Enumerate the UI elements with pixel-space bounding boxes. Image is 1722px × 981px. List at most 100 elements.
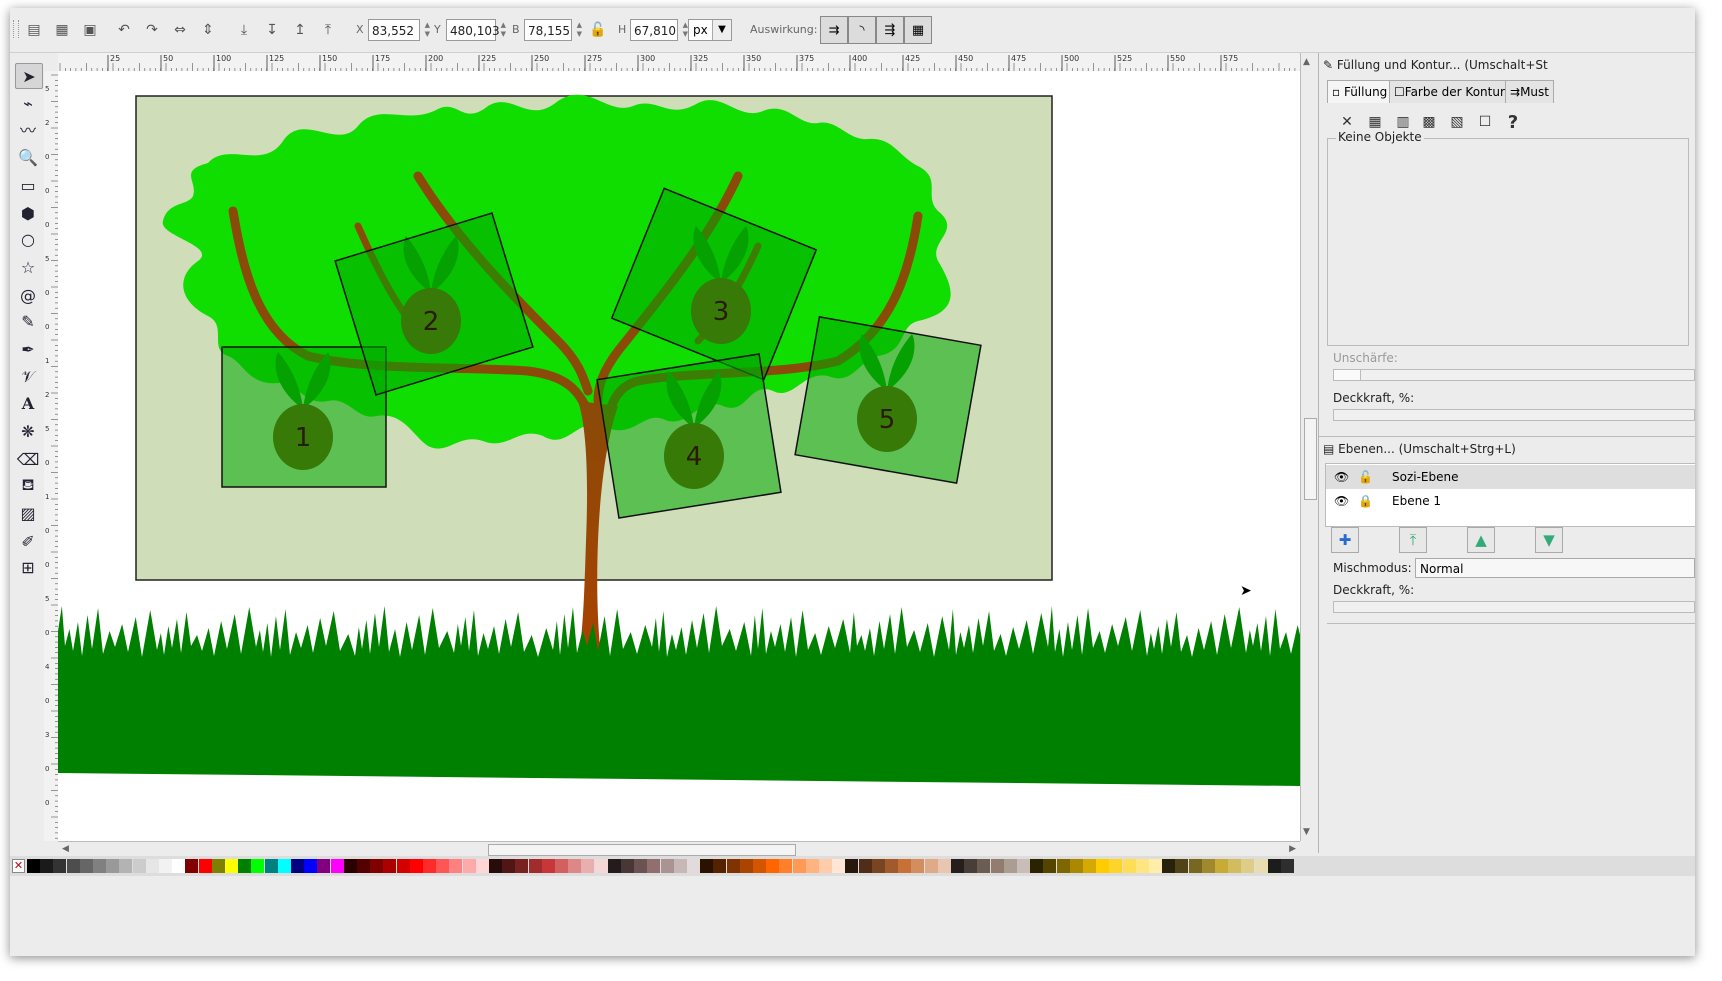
palette-swatch[interactable] bbox=[291, 859, 304, 873]
radial-gradient-icon[interactable]: ▩ bbox=[1419, 112, 1439, 132]
palette-swatch[interactable] bbox=[79, 859, 93, 873]
palette-swatch[interactable] bbox=[528, 859, 542, 873]
chevron-down-icon[interactable]: ▼ bbox=[712, 20, 731, 40]
palette-swatch[interactable] bbox=[145, 859, 159, 873]
palette-swatch[interactable] bbox=[766, 859, 780, 873]
swatch-icon[interactable]: ☐ bbox=[1475, 112, 1495, 132]
palette-swatch[interactable] bbox=[541, 859, 555, 873]
sozi-frame-rect[interactable] bbox=[221, 346, 387, 488]
palette-swatch[interactable] bbox=[462, 859, 476, 873]
scroll-left-icon[interactable]: ◀ bbox=[62, 844, 69, 854]
palette-swatch[interactable] bbox=[607, 859, 621, 873]
palette-swatch[interactable] bbox=[383, 859, 397, 873]
lock-ratio-icon[interactable]: 🔓 bbox=[586, 18, 610, 42]
palette-swatch[interactable] bbox=[93, 859, 106, 873]
palette-swatch[interactable] bbox=[964, 859, 978, 873]
pencil-tool-icon[interactable]: ✎ bbox=[15, 309, 41, 333]
palette-swatch[interactable] bbox=[27, 859, 40, 873]
move-gradients-toggle[interactable]: ⇶ bbox=[876, 16, 904, 44]
fill-stroke-panel-title[interactable]: ✎ Füllung und Kontur... (Umschalt+St bbox=[1323, 55, 1548, 75]
palette-swatch[interactable] bbox=[317, 859, 331, 873]
palette-swatch[interactable] bbox=[225, 859, 238, 873]
gradient-tool-icon[interactable]: ▨ bbox=[15, 501, 41, 525]
palette-swatch[interactable] bbox=[858, 859, 872, 873]
flip-horizontal-icon[interactable]: ⇔ bbox=[168, 18, 192, 42]
sozi-frame-rect[interactable] bbox=[794, 315, 982, 485]
sozi-frame-rect[interactable] bbox=[596, 353, 782, 519]
palette-swatch[interactable] bbox=[251, 859, 265, 873]
palette-swatch[interactable] bbox=[832, 859, 846, 873]
drawing[interactable]: 1 2 3 4 5 bbox=[58, 71, 1300, 841]
lower-layer-button[interactable]: ▼ bbox=[1535, 527, 1563, 553]
unit-select[interactable]: px ▼ bbox=[688, 19, 732, 41]
palette-swatch[interactable] bbox=[502, 859, 516, 873]
palette-swatch[interactable] bbox=[951, 859, 964, 873]
dropper-tool-icon[interactable]: ✐ bbox=[15, 529, 41, 553]
palette-swatch[interactable] bbox=[700, 859, 714, 873]
palette-swatch[interactable] bbox=[264, 859, 278, 873]
palette-swatch[interactable] bbox=[594, 859, 608, 873]
palette-swatch[interactable] bbox=[1109, 859, 1123, 873]
raise-to-top-icon[interactable]: ⤒ bbox=[316, 18, 340, 42]
palette-swatch[interactable] bbox=[159, 859, 172, 873]
eye-icon[interactable]: 👁 bbox=[1334, 489, 1349, 513]
palette-swatch[interactable] bbox=[449, 859, 463, 873]
palette-swatch[interactable] bbox=[1201, 859, 1215, 873]
pen-tool-icon[interactable]: ✒ bbox=[15, 337, 41, 361]
palette-swatch[interactable] bbox=[1135, 859, 1149, 873]
lower-to-bottom-icon[interactable]: ⤓ bbox=[232, 18, 256, 42]
palette-swatch[interactable] bbox=[475, 859, 489, 873]
palette-swatch[interactable] bbox=[330, 859, 344, 873]
palette-swatch[interactable] bbox=[66, 859, 80, 873]
palette-swatch[interactable] bbox=[1254, 859, 1268, 873]
palette-swatch[interactable] bbox=[871, 859, 885, 873]
layer-row[interactable]: 👁 🔒 Ebene 1 bbox=[1326, 489, 1695, 513]
tweak-tool-icon[interactable]: 〰 bbox=[15, 117, 41, 141]
palette-swatch[interactable] bbox=[555, 859, 568, 873]
palette-swatch[interactable] bbox=[845, 859, 859, 873]
vertical-scroll-thumb[interactable] bbox=[1304, 418, 1317, 500]
palette-swatch[interactable] bbox=[726, 859, 740, 873]
y-spin-arrows[interactable]: ▲ ▼ bbox=[501, 21, 506, 39]
no-color-swatch[interactable]: ✕ bbox=[12, 859, 25, 873]
palette-swatch[interactable] bbox=[1175, 859, 1189, 873]
palette-swatch[interactable] bbox=[885, 859, 898, 873]
palette-swatch[interactable] bbox=[106, 859, 120, 873]
palette-swatch[interactable] bbox=[634, 859, 648, 873]
palette-swatch[interactable] bbox=[515, 859, 529, 873]
palette-swatch[interactable] bbox=[647, 859, 661, 873]
palette-swatch[interactable] bbox=[489, 859, 502, 873]
palette-swatch[interactable] bbox=[396, 859, 410, 873]
3d-box-tool-icon[interactable]: ⬢ bbox=[15, 201, 41, 225]
palette-swatch[interactable] bbox=[172, 859, 186, 873]
raise-icon[interactable]: ↥ bbox=[288, 18, 312, 42]
deselect-icon[interactable]: ▣ bbox=[78, 18, 102, 42]
rotate-cw-icon[interactable]: ↷ bbox=[140, 18, 164, 42]
palette-swatch[interactable] bbox=[304, 859, 318, 873]
layers-panel-title[interactable]: ▤ Ebenen... (Umschalt+Strg+L) bbox=[1323, 439, 1516, 459]
bucket-tool-icon[interactable]: ⛾ bbox=[15, 473, 41, 497]
select-all-icon[interactable]: ▤ bbox=[22, 18, 46, 42]
palette-swatch[interactable] bbox=[1030, 859, 1044, 873]
raise-layer-to-top-button[interactable]: ⤒ bbox=[1399, 527, 1427, 553]
eraser-tool-icon[interactable]: ⌫ bbox=[15, 447, 41, 471]
sozi-frame[interactable] bbox=[794, 315, 982, 485]
move-patterns-toggle[interactable]: ▦ bbox=[904, 16, 932, 44]
palette-swatch[interactable] bbox=[1149, 859, 1162, 873]
spray-tool-icon[interactable]: ❋ bbox=[15, 419, 41, 443]
layer-row[interactable]: 👁 🔓 Sozi-Ebene bbox=[1326, 465, 1695, 489]
sozi-frame[interactable] bbox=[596, 353, 782, 519]
palette-swatch[interactable] bbox=[621, 859, 634, 873]
connector-tool-icon[interactable]: ⊞ bbox=[15, 555, 41, 579]
palette-swatch[interactable] bbox=[1017, 859, 1030, 873]
node-tool-icon[interactable]: ⌁ bbox=[15, 91, 41, 115]
horizontal-scroll-thumb[interactable] bbox=[488, 844, 796, 856]
y-field[interactable]: 480,103 ▲ ▼ bbox=[446, 19, 506, 41]
palette-swatch[interactable] bbox=[911, 859, 925, 873]
palette-swatch[interactable] bbox=[1241, 859, 1255, 873]
select-all-layers-icon[interactable]: ▦ bbox=[50, 18, 74, 42]
unlock-icon[interactable]: 🔓 bbox=[1358, 465, 1373, 489]
eye-icon[interactable]: 👁 bbox=[1334, 465, 1349, 489]
no-paint-icon[interactable]: ✕ bbox=[1337, 112, 1357, 132]
scale-corners-toggle[interactable]: ◝ bbox=[848, 16, 876, 44]
